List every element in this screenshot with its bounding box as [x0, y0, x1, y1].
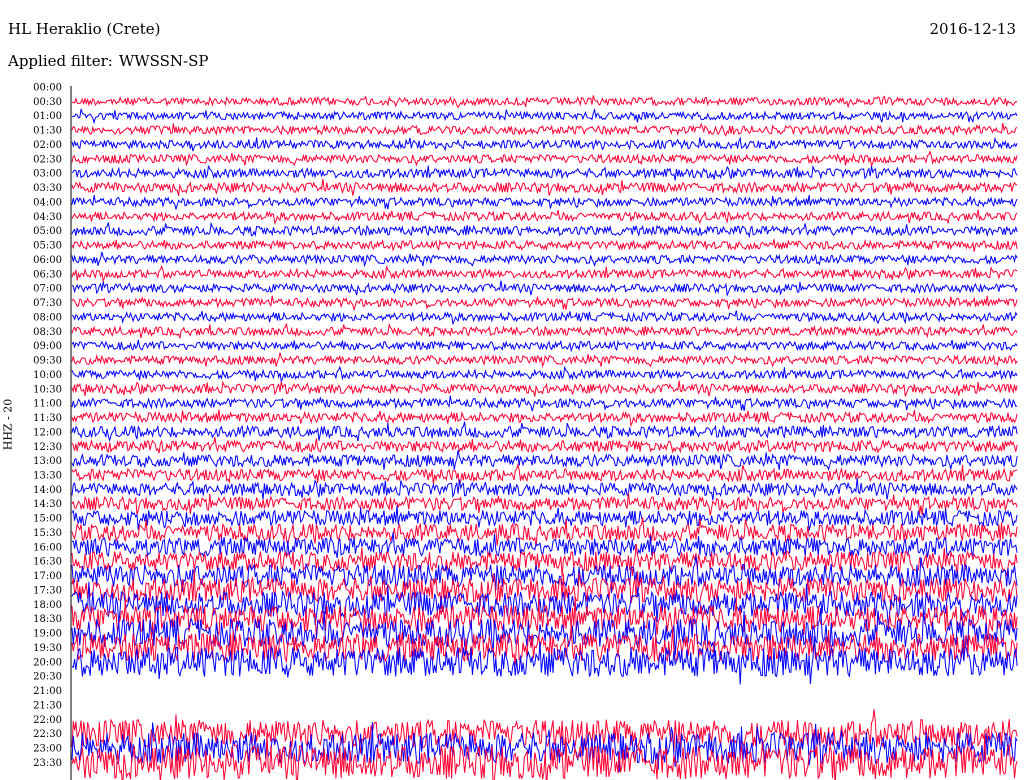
row-label: 09:00 [33, 341, 62, 352]
row-label: 19:00 [33, 629, 62, 640]
seismic-trace [71, 322, 1018, 339]
row-labels: 00:00 00:30 01:00 01:30 02:00 02:30 03:00 03:30… [33, 83, 62, 769]
row-label: 01:30 [33, 126, 62, 137]
seismic-trace [71, 450, 1018, 471]
seismic-trace [71, 136, 1018, 152]
row-label: 21:30 [33, 700, 62, 711]
row-label: 11:30 [33, 413, 62, 424]
row-label: 18:30 [33, 614, 62, 625]
seismic-trace [71, 107, 1018, 125]
row-label: 04:30 [33, 212, 62, 223]
seismic-trace [71, 365, 1018, 384]
row-label: 22:30 [33, 729, 62, 740]
row-label: 23:30 [33, 758, 62, 769]
row-label: 10:30 [33, 384, 62, 395]
traces [71, 95, 1018, 780]
seismic-trace [71, 462, 1018, 486]
row-label: 11:00 [33, 399, 62, 410]
row-label: 16:30 [33, 557, 62, 568]
seismic-trace [71, 380, 1018, 397]
seismic-trace [71, 122, 1018, 137]
row-label: 07:30 [33, 298, 62, 309]
row-label: 23:00 [33, 744, 62, 755]
seismic-trace [71, 492, 1018, 516]
seismic-trace [71, 209, 1018, 225]
row-label: 07:00 [33, 284, 62, 295]
row-label: 21:00 [33, 686, 62, 697]
seismic-trace [71, 339, 1018, 353]
seismic-trace [71, 164, 1018, 181]
row-label: 17:00 [33, 571, 62, 582]
row-label: 13:00 [33, 456, 62, 467]
row-label: 03:00 [33, 169, 62, 180]
row-label: 00:00 [33, 83, 62, 94]
seismic-trace [71, 421, 1018, 443]
row-label: 02:00 [33, 140, 62, 151]
row-label: 12:00 [33, 427, 62, 438]
seismic-trace [71, 395, 1018, 412]
seismic-trace [71, 581, 1018, 627]
row-label: 01:00 [33, 111, 62, 122]
seismic-trace [71, 95, 1018, 109]
seismic-trace [71, 478, 1018, 501]
row-label: 15:00 [33, 514, 62, 525]
seismic-trace [71, 178, 1018, 197]
row-label: 22:00 [33, 715, 62, 726]
seismic-trace [71, 310, 1018, 326]
row-label: 05:30 [33, 241, 62, 252]
seismic-trace [71, 265, 1018, 283]
row-label: 17:30 [33, 585, 62, 596]
row-label: 10:00 [33, 370, 62, 381]
row-label: 00:30 [33, 97, 62, 108]
row-label: 16:00 [33, 542, 62, 553]
seismic-trace [71, 280, 1018, 297]
seismic-trace [71, 150, 1018, 168]
row-label: 15:30 [33, 528, 62, 539]
row-label: 14:30 [33, 499, 62, 510]
row-label: 18:00 [33, 600, 62, 611]
row-label: 03:30 [33, 183, 62, 194]
seismic-trace [71, 195, 1018, 210]
seismic-trace [71, 221, 1018, 239]
row-label: 09:30 [33, 356, 62, 367]
seismic-trace [71, 295, 1018, 311]
seismic-trace [71, 352, 1018, 368]
row-label: 14:00 [33, 485, 62, 496]
row-label: 02:30 [33, 154, 62, 165]
row-label: 20:30 [33, 672, 62, 683]
row-label: 12:30 [33, 442, 62, 453]
row-label: 13:30 [33, 470, 62, 481]
row-label: 08:30 [33, 327, 62, 338]
row-label: 04:00 [33, 197, 62, 208]
row-label: 06:30 [33, 269, 62, 280]
row-label: 08:00 [33, 312, 62, 323]
seismic-trace [71, 409, 1018, 428]
helicorder-plot: 00:00 00:30 01:00 01:30 02:00 02:30 03:00 03:30… [33, 83, 1018, 780]
row-label: 06:00 [33, 255, 62, 266]
row-label: 05:00 [33, 226, 62, 237]
row-label: 20:00 [33, 657, 62, 668]
seismic-trace [71, 709, 1018, 758]
seismic-trace [71, 239, 1018, 252]
row-label: 19:30 [33, 643, 62, 654]
seismic-trace [71, 251, 1018, 268]
seismic-trace [71, 437, 1018, 454]
